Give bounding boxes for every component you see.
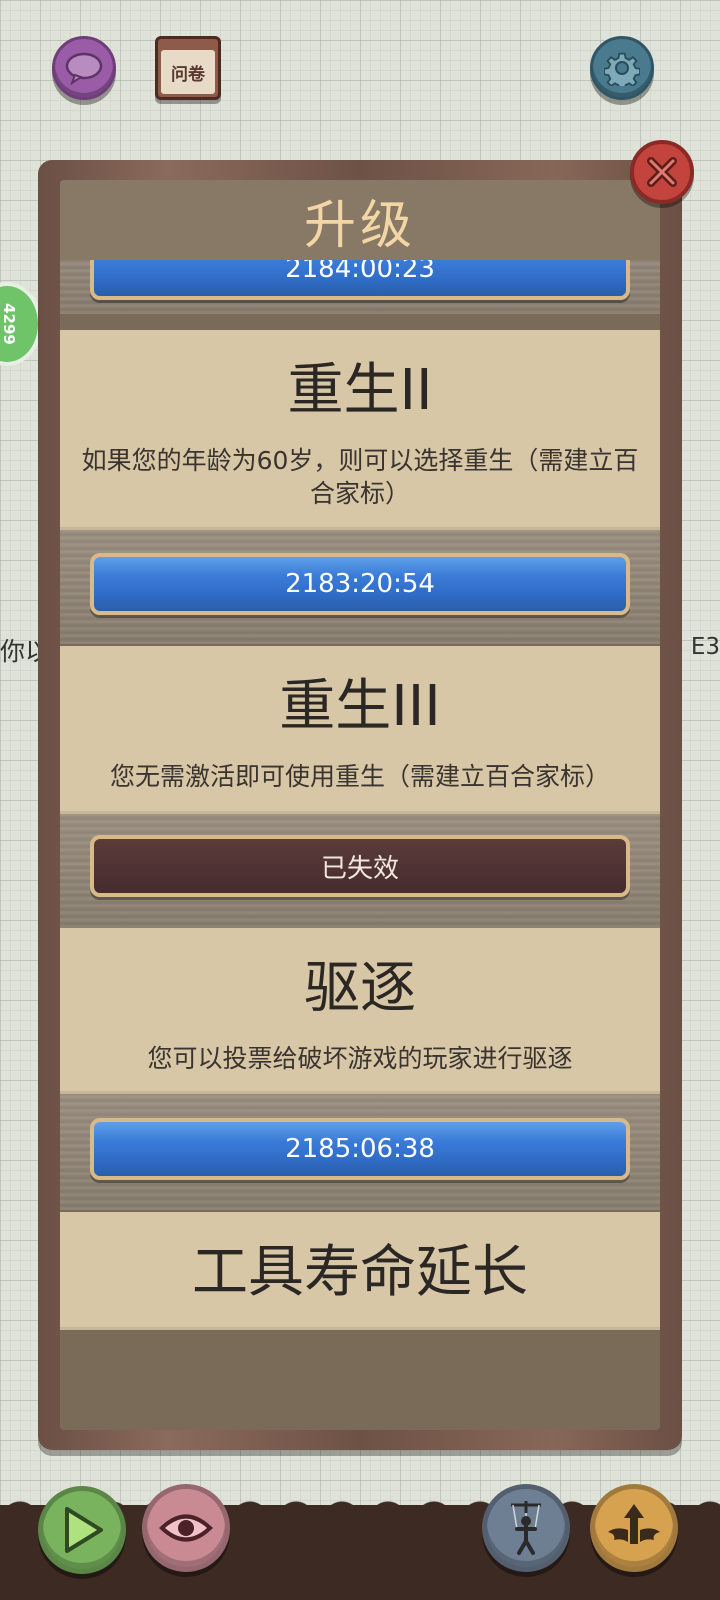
speech-bubble-icon [65,52,103,85]
upgrade-timer-button[interactable]: 2183:20:54 [90,553,630,615]
upgrade-card-rebirth-2: 重生II 如果您的年龄为60岁，则可以选择重生（需建立百合家标） [60,330,660,530]
upgrade-description: 如果您的年龄为60岁，则可以选择重生（需建立百合家标） [81,446,639,508]
dialog-header: 升级 [60,180,660,260]
gear-icon [604,52,640,86]
survey-label: 问卷 [161,50,215,94]
winged-arrow-up-icon [608,1504,660,1544]
play-triangle-icon [65,1507,103,1553]
upgrade-card-tool-life: 工具寿命延长 [60,1212,660,1330]
upgrade-title: 驱逐 [304,956,416,1021]
score-badge[interactable]: 4299 [0,282,42,366]
upgrade-button[interactable] [590,1484,678,1572]
score-badge-value: 4299 [0,303,19,345]
upgrade-title: 重生III [279,674,441,739]
upgrade-title: 重生II [287,358,433,423]
dialog-title: 升级 [303,195,416,256]
upgrade-card-rebirth-3: 重生III 您无需激活即可使用重生（需建立百合家标） [60,646,660,814]
upgrade-dialog: 2184:00:23 升级 重生II 如果您的年龄为60岁，则可以选择重生（需建… [60,180,660,1430]
close-button[interactable] [630,140,694,204]
upgrade-timer-button[interactable]: 2185:06:38 [90,1118,630,1180]
x-icon [647,157,677,187]
play-button[interactable] [38,1486,126,1574]
upgrade-title: 工具寿命延长 [192,1240,528,1305]
chat-button[interactable] [52,36,116,100]
view-button[interactable] [142,1484,230,1572]
upgrade-description: 您无需激活即可使用重生（需建立百合家标） [109,762,610,791]
survey-button[interactable]: 问卷 [155,36,221,100]
puppet-button[interactable] [482,1484,570,1572]
eye-icon [159,1514,213,1542]
background-text-right: E3 [690,634,720,660]
upgrade-card-expel: 驱逐 您可以投票给破坏游戏的玩家进行驱逐 [60,928,660,1094]
marionette-icon [511,1501,541,1555]
settings-button[interactable] [590,36,654,100]
upgrade-expired-button[interactable]: 已失效 [90,835,630,897]
upgrade-description: 您可以投票给破坏游戏的玩家进行驱逐 [147,1044,573,1073]
